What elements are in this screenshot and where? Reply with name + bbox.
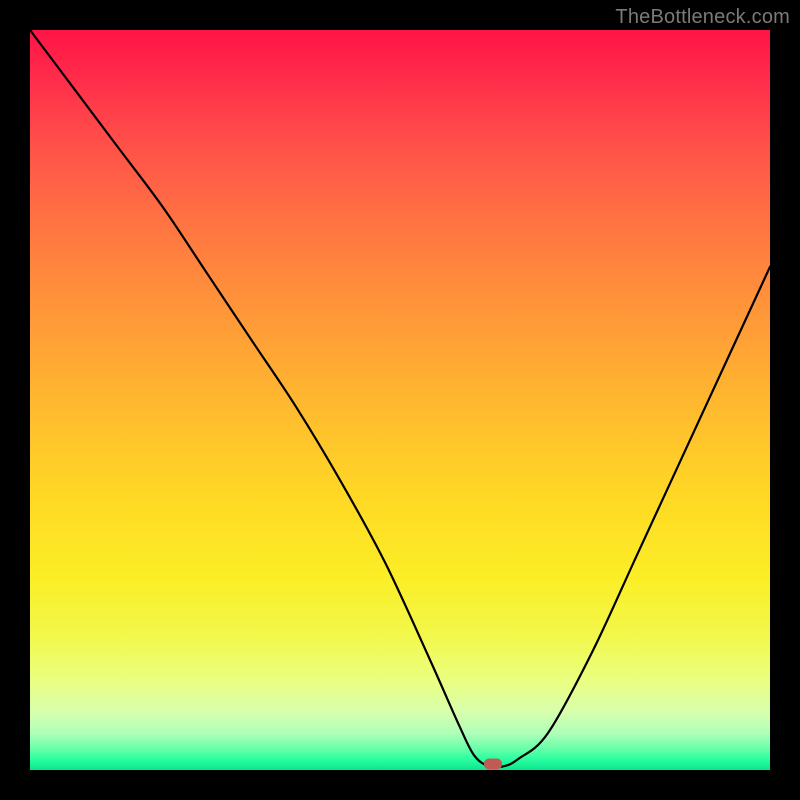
chart-frame: TheBottleneck.com xyxy=(0,0,800,800)
minimum-marker xyxy=(484,759,502,770)
bottleneck-curve xyxy=(30,30,770,767)
watermark-text: TheBottleneck.com xyxy=(615,6,790,29)
plot-area xyxy=(30,30,770,770)
curve-svg xyxy=(30,30,770,770)
